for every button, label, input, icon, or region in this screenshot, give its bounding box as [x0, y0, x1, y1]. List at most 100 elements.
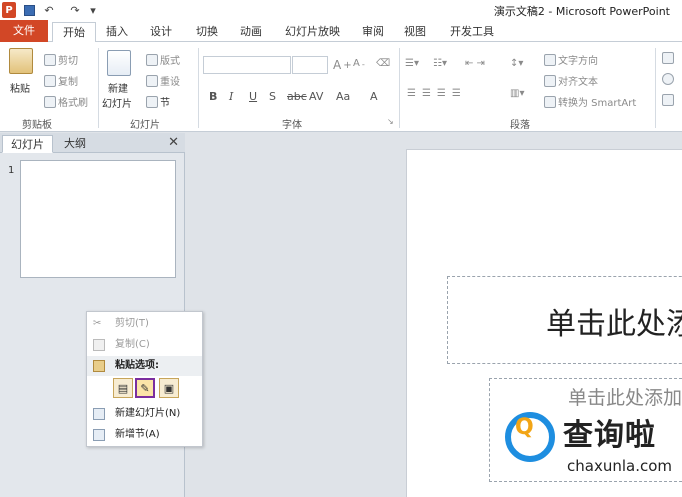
italic-button[interactable]: I — [229, 90, 233, 103]
convert-smartart-button[interactable]: 转换为 SmartArt — [544, 94, 636, 109]
change-case-button[interactable]: Aa — [336, 90, 350, 103]
window-title: 演示文稿2 - Microsoft PowerPoint — [493, 5, 670, 18]
copy-icon — [93, 339, 105, 351]
layout-icon — [146, 53, 158, 66]
group-divider — [655, 48, 656, 128]
shrink-font-button[interactable]: A- — [353, 58, 365, 69]
char-spacing-button[interactable]: AV — [309, 90, 323, 103]
font-name-select[interactable] — [203, 56, 291, 74]
paste-icon — [93, 360, 105, 372]
tab-outline[interactable]: 大纲 — [56, 135, 94, 153]
paste-button[interactable]: 粘贴 — [10, 80, 30, 95]
new-slide-label-2[interactable]: 幻灯片 — [102, 95, 132, 110]
new-slide-label-1[interactable]: 新建 — [108, 80, 128, 95]
tab-animations[interactable]: 动画 — [240, 22, 262, 42]
logo-q-glyph: Q — [515, 415, 534, 440]
tab-view[interactable]: 视图 — [404, 22, 426, 42]
columns-button[interactable]: ▥▾ — [510, 88, 524, 99]
powerpoint-app-icon[interactable]: P — [2, 2, 16, 18]
tab-slides-thumbnails[interactable]: 幻灯片 — [2, 135, 53, 153]
clear-format-icon[interactable]: ⌫ — [376, 58, 390, 69]
paste-icon[interactable] — [9, 48, 33, 74]
tab-review[interactable]: 审阅 — [362, 22, 384, 42]
slides-group-label: 幻灯片 — [130, 120, 160, 131]
line-spacing-button[interactable]: ↕▾ — [510, 58, 523, 69]
reset-icon — [146, 74, 158, 87]
watermark-logo: Q 查询啦 chaxunla.com — [505, 408, 682, 483]
drawing-shape-icon[interactable] — [662, 94, 674, 106]
brush-icon — [44, 95, 56, 108]
font-group-label: 字体 — [282, 120, 302, 131]
scissors-icon: ✂ — [93, 318, 102, 329]
grow-font-button[interactable]: A + — [333, 58, 352, 72]
ribbon-tabs: 文件 开始 插入 设计 切换 动画 幻灯片放映 审阅 视图 开发工具 — [0, 20, 682, 43]
paste-use-destination-theme-button[interactable]: ✎ — [135, 378, 155, 398]
menu-item-new-slide[interactable]: 新建幻灯片(N) — [87, 404, 202, 424]
group-divider — [198, 48, 199, 128]
title-bar: P ↶ ↷ ▾ 演示文稿2 - Microsoft PowerPoint — [0, 0, 682, 20]
menu-item-cut[interactable]: ✂ 剪切(T) — [87, 314, 202, 334]
subtitle-placeholder-text: 单击此处添加副标题 — [568, 387, 682, 409]
smartart-icon — [544, 95, 556, 108]
tab-transitions[interactable]: 切换 — [196, 22, 218, 42]
text-direction-button[interactable]: 文字方向 — [544, 52, 598, 67]
save-icon[interactable] — [22, 2, 36, 18]
font-dialog-launcher[interactable]: ↘ — [387, 117, 394, 126]
redo-icon[interactable]: ↷ — [68, 2, 82, 18]
font-size-select[interactable] — [292, 56, 328, 74]
copy-button[interactable]: 复制 — [44, 73, 78, 88]
scissors-icon — [44, 53, 56, 66]
paste-picture-button[interactable]: ▣ — [159, 378, 179, 398]
font-color-button[interactable]: A — [370, 90, 378, 103]
new-slide-icon[interactable] — [107, 50, 131, 76]
panel-tabs: 幻灯片 大纲 ✕ — [0, 133, 185, 153]
watermark-text: 查询啦 — [563, 418, 656, 453]
customize-qa-icon[interactable]: ▾ — [88, 2, 98, 18]
text-direction-icon — [544, 53, 556, 66]
section-icon — [146, 95, 158, 108]
tab-file[interactable]: 文件 — [0, 20, 48, 42]
watermark-url: chaxunla.com — [567, 457, 672, 475]
slide-number: 1 — [8, 165, 15, 176]
layout-button[interactable]: 版式 — [146, 52, 180, 67]
close-panel-icon[interactable]: ✕ — [168, 135, 179, 150]
tab-insert[interactable]: 插入 — [106, 22, 128, 42]
title-placeholder-text: 单击此处添加标题 — [546, 307, 682, 342]
section-button[interactable]: 节 — [146, 94, 170, 109]
drawing-shape-icon[interactable] — [662, 52, 674, 64]
tab-slideshow[interactable]: 幻灯片放映 — [285, 22, 340, 42]
menu-item-new-section[interactable]: 新增节(A) — [87, 425, 202, 445]
copy-icon — [44, 74, 56, 87]
group-divider — [399, 48, 400, 128]
align-buttons[interactable]: ☰☰☰☰ — [407, 88, 467, 99]
menu-item-copy[interactable]: 复制(C) — [87, 335, 202, 355]
group-divider — [98, 48, 99, 128]
tab-developer[interactable]: 开发工具 — [450, 22, 494, 42]
bold-button[interactable]: B — [209, 90, 217, 103]
align-text-icon — [544, 74, 556, 87]
align-text-button[interactable]: 对齐文本 — [544, 73, 598, 88]
tab-home[interactable]: 开始 — [52, 22, 96, 43]
undo-icon[interactable]: ↶ — [42, 2, 56, 18]
indent-button[interactable]: ⇤ ⇥ — [465, 58, 485, 69]
paragraph-group-label: 段落 — [510, 120, 530, 131]
underline-button[interactable]: U — [249, 90, 257, 103]
bullets-button[interactable]: ☰▾ — [405, 58, 419, 69]
strikethrough-button[interactable]: abc — [287, 90, 307, 103]
clipboard-group-label: 剪贴板 — [22, 120, 52, 131]
ribbon: 粘贴 剪切 复制 格式刷 剪贴板 新建 幻灯片 版式 重设 节 幻灯片 A + A… — [0, 42, 682, 132]
numbering-button[interactable]: ☷▾ — [433, 58, 447, 69]
format-painter-button[interactable]: 格式刷 — [44, 94, 88, 109]
section-icon — [93, 429, 105, 441]
paste-options-header: 粘贴选项: — [87, 356, 202, 376]
reset-button[interactable]: 重设 — [146, 73, 180, 88]
cut-button[interactable]: 剪切 — [44, 52, 78, 67]
new-slide-icon — [93, 408, 105, 420]
tab-design[interactable]: 设计 — [150, 22, 172, 42]
slide-thumbnail[interactable] — [20, 160, 176, 278]
context-menu: ✂ 剪切(T) 复制(C) 粘贴选项: ▤ ✎ ▣ 新建幻灯片(N) 新增节(A… — [86, 311, 203, 447]
drawing-shape-icon[interactable] — [662, 73, 674, 85]
strike-button[interactable]: S — [269, 90, 276, 103]
paste-keep-source-button[interactable]: ▤ — [113, 378, 133, 398]
title-placeholder[interactable]: 单击此处添加标题 — [447, 276, 682, 364]
